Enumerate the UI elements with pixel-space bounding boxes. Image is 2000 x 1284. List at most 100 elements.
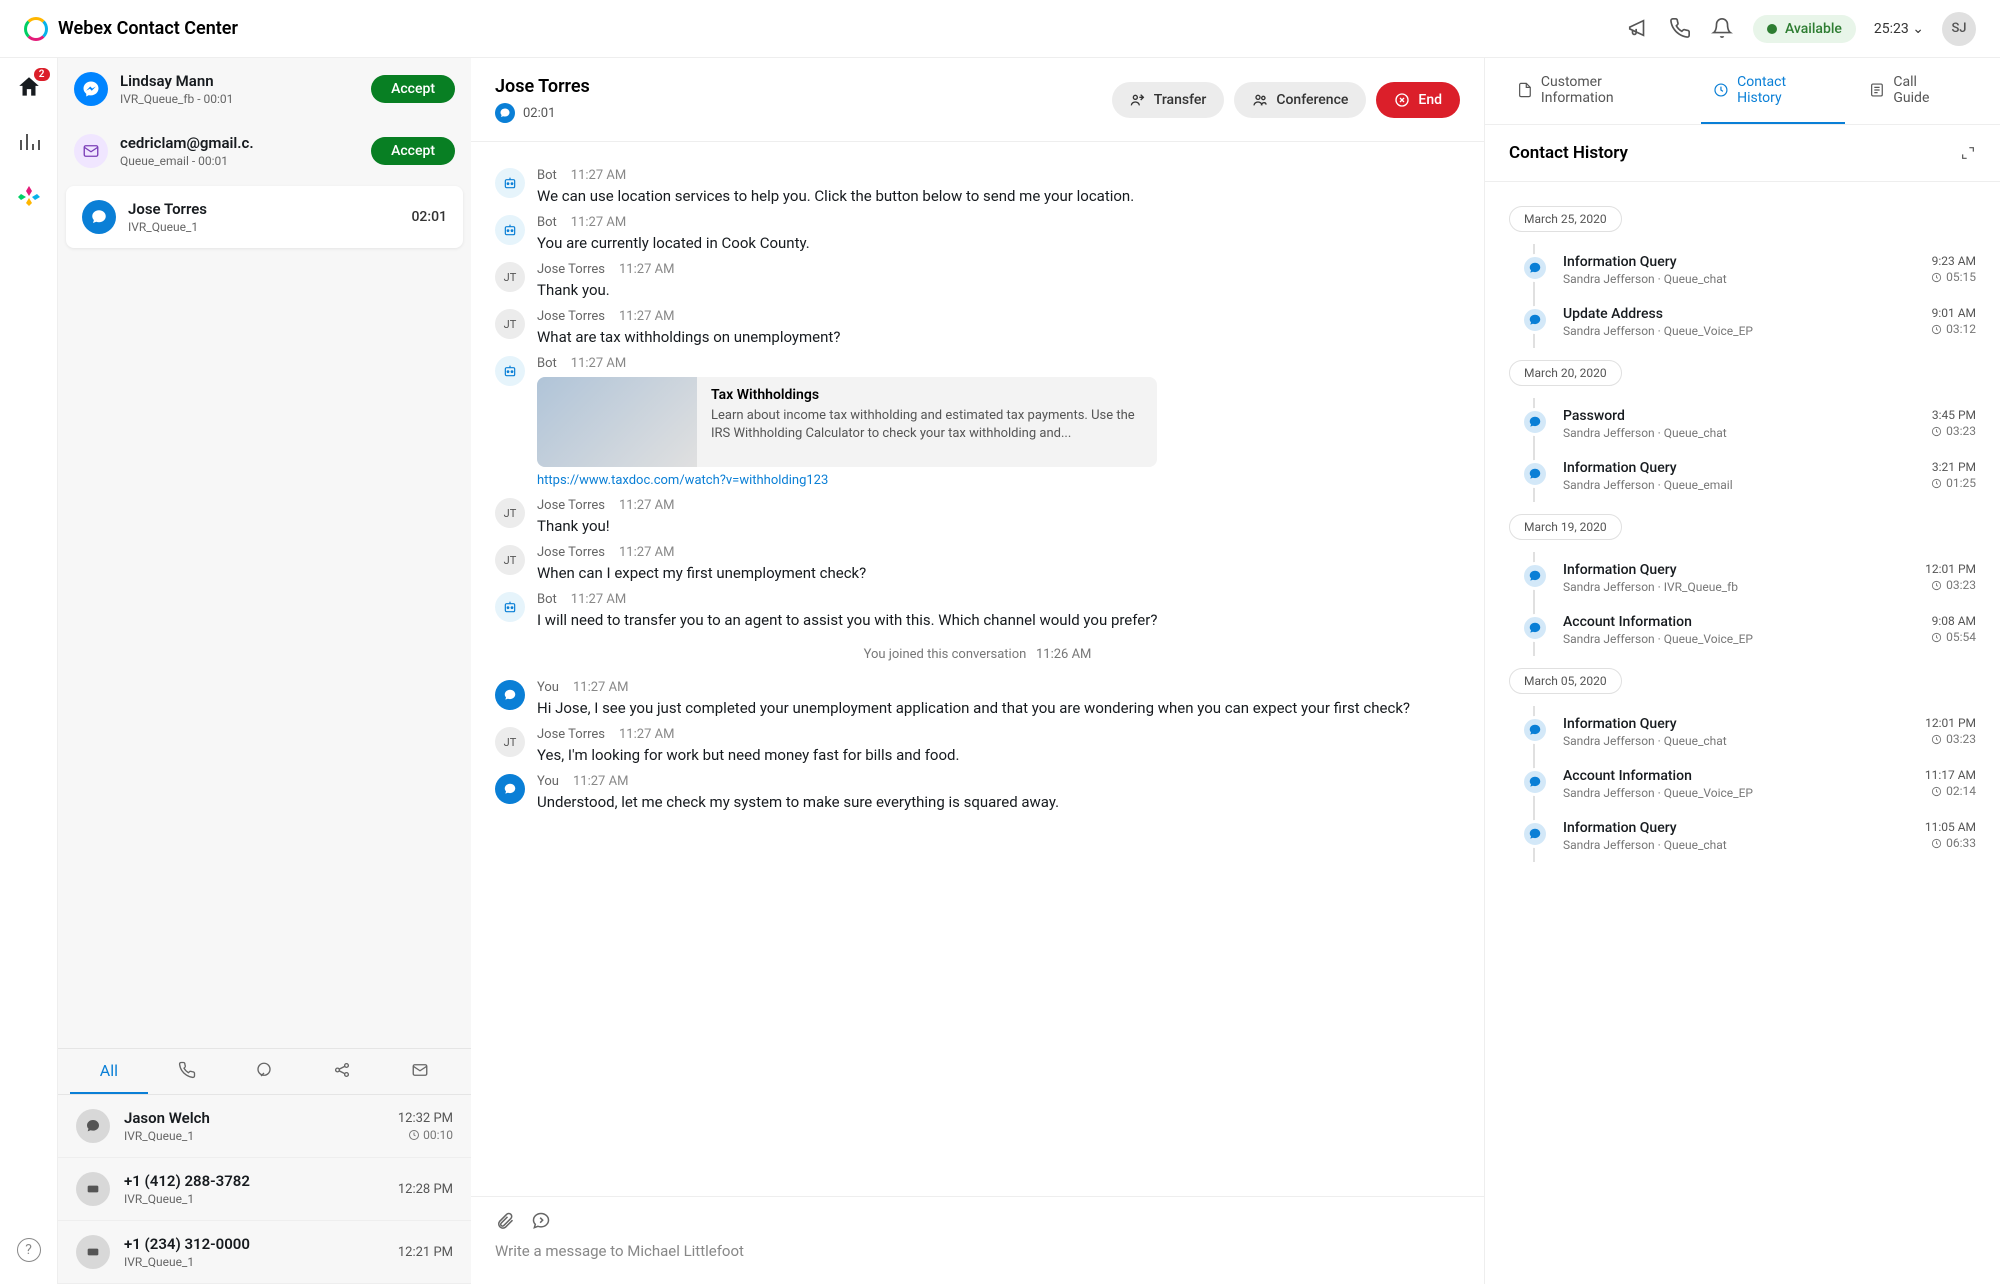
message-list[interactable]: Bot11:27 AMWe can use location services … <box>471 142 1484 1196</box>
right-panel-tabs: Customer Information Contact History Cal… <box>1485 58 2000 125</box>
recent-tab-social[interactable] <box>303 1049 381 1094</box>
recent-tabs: All <box>58 1049 471 1095</box>
accept-button[interactable]: Accept <box>371 137 455 165</box>
history-sub: Sandra Jefferson · Queue_chat <box>1563 734 1911 748</box>
chat-icon <box>82 200 116 234</box>
recent-item[interactable]: +1 (234) 312-0000 IVR_Queue_1 12:21 PM <box>58 1221 471 1284</box>
composer <box>471 1196 1484 1284</box>
history-duration: 03:23 <box>1925 578 1976 592</box>
home-badge: 2 <box>34 68 50 81</box>
rail-home[interactable]: 2 <box>16 74 42 100</box>
history-item[interactable]: Information Query Sandra Jefferson · Que… <box>1521 706 1976 758</box>
status-dot-icon <box>1767 24 1777 34</box>
attach-icon[interactable] <box>495 1211 515 1231</box>
topbar: Webex Contact Center Available 25:23 ⌄ S… <box>0 0 2000 58</box>
message-row: Bot11:27 AMI will need to transfer you t… <box>495 592 1460 629</box>
message-time: 11:27 AM <box>571 356 626 371</box>
chat-history-icon <box>1521 716 1549 744</box>
chat-history-icon <box>1521 408 1549 436</box>
topbar-controls: Available 25:23 ⌄ SJ <box>1627 12 1976 46</box>
history-item[interactable]: Account Information Sandra Jefferson · Q… <box>1521 604 1976 656</box>
right-panel-header: Contact History <box>1485 125 2000 182</box>
history-date-header: March 25, 2020 <box>1509 206 1622 232</box>
history-sub: Sandra Jefferson · Queue_chat <box>1563 426 1917 440</box>
rail-apps[interactable] <box>17 184 41 208</box>
message-input[interactable] <box>495 1242 1460 1260</box>
history-duration: 03:23 <box>1931 424 1976 438</box>
recent-item[interactable]: Jason Welch IVR_Queue_1 12:32 PM 00:10 <box>58 1095 471 1158</box>
card-description: Learn about income tax withholding and e… <box>711 407 1143 443</box>
contact-history-list[interactable]: March 25, 2020 Information Query Sandra … <box>1485 182 2000 1284</box>
task-item-active[interactable]: Jose Torres IVR_Queue_1 02:01 <box>66 186 463 248</box>
task-name: Lindsay Mann <box>120 72 359 90</box>
email-icon <box>74 134 108 168</box>
message-time: 11:27 AM <box>619 498 674 513</box>
history-item[interactable]: Information Query Sandra Jefferson · Que… <box>1521 810 1976 862</box>
recent-tab-all[interactable]: All <box>70 1049 148 1094</box>
recent-tab-email[interactable] <box>381 1049 459 1094</box>
rich-card[interactable]: Tax Withholdings Learn about income tax … <box>537 377 1157 467</box>
message-time: 11:27 AM <box>571 168 626 183</box>
agent-avatar[interactable]: SJ <box>1942 12 1976 46</box>
end-button[interactable]: End <box>1376 82 1460 118</box>
conversation-header: Jose Torres 02:01 Transfer Conference <box>471 58 1484 142</box>
rail-help[interactable]: ? <box>17 1238 41 1262</box>
task-item-pending[interactable]: cedriclam@gmail.c. Queue_email - 00:01 A… <box>58 120 471 182</box>
right-panel-title: Contact History <box>1509 143 1628 163</box>
bell-icon[interactable] <box>1711 17 1735 41</box>
session-timer[interactable]: 25:23 ⌄ <box>1874 21 1924 37</box>
recent-queue: IVR_Queue_1 <box>124 1192 384 1206</box>
phone-icon[interactable] <box>1669 17 1693 41</box>
recent-tab-chat[interactable] <box>226 1049 304 1094</box>
recent-item[interactable]: +1 (412) 288-3782 IVR_Queue_1 12:28 PM <box>58 1158 471 1221</box>
message-row: Bot11:27 AMYou are currently located in … <box>495 215 1460 252</box>
channel-icon <box>76 1172 110 1206</box>
tab-call-guide[interactable]: Call Guide <box>1857 58 1968 124</box>
task-timer: 02:01 <box>411 209 447 225</box>
recent-name: +1 (412) 288-3782 <box>124 1172 384 1190</box>
quick-reply-icon[interactable] <box>531 1211 551 1231</box>
recent-time: 12:32 PM <box>398 1111 453 1126</box>
rail-analytics[interactable] <box>17 130 41 154</box>
webex-logo-icon <box>24 17 48 41</box>
message-time: 11:27 AM <box>619 309 674 324</box>
history-item[interactable]: Account Information Sandra Jefferson · Q… <box>1521 758 1976 810</box>
tab-customer-info[interactable]: Customer Information <box>1505 58 1689 124</box>
recent-section: All Jason Welch IVR_Queue_1 12:3 <box>58 1048 471 1284</box>
task-item-pending[interactable]: Lindsay Mann IVR_Queue_fb - 00:01 Accept <box>58 58 471 120</box>
announcement-icon[interactable] <box>1627 17 1651 41</box>
chat-history-icon <box>1521 614 1549 642</box>
message-text: Yes, I'm looking for work but need money… <box>537 746 1460 764</box>
message-text: What are tax withholdings on unemploymen… <box>537 328 1460 346</box>
history-item[interactable]: Update Address Sandra Jefferson · Queue_… <box>1521 296 1976 348</box>
agent-status-selector[interactable]: Available <box>1753 15 1856 43</box>
history-item[interactable]: Information Query Sandra Jefferson · IVR… <box>1521 552 1976 604</box>
card-link[interactable]: https://www.taxdoc.com/watch?v=withholdi… <box>537 473 1460 488</box>
history-title: Account Information <box>1563 614 1917 630</box>
expand-icon[interactable] <box>1960 145 1976 161</box>
recent-name: Jason Welch <box>124 1109 384 1127</box>
message-row: JTJose Torres11:27 AMWhen can I expect m… <box>495 545 1460 582</box>
history-duration: 03:23 <box>1925 732 1976 746</box>
recent-tab-phone[interactable] <box>148 1049 226 1094</box>
chat-history-icon <box>1521 306 1549 334</box>
history-duration: 06:33 <box>1925 836 1976 850</box>
history-sub: Sandra Jefferson · Queue_Voice_EP <box>1563 786 1911 800</box>
history-item[interactable]: Information Query Sandra Jefferson · Que… <box>1521 244 1976 296</box>
history-item[interactable]: Information Query Sandra Jefferson · Que… <box>1521 450 1976 502</box>
chat-history-icon <box>1521 254 1549 282</box>
recent-name: +1 (234) 312-0000 <box>124 1235 384 1253</box>
tab-contact-history[interactable]: Contact History <box>1701 58 1845 124</box>
conference-button[interactable]: Conference <box>1234 82 1366 118</box>
chat-channel-icon <box>495 103 515 123</box>
accept-button[interactable]: Accept <box>371 75 455 103</box>
message-time: 11:27 AM <box>619 727 674 742</box>
system-message: You joined this conversation 11:26 AM <box>495 647 1460 662</box>
transfer-button[interactable]: Transfer <box>1112 82 1225 118</box>
history-sub: Sandra Jefferson · Queue_Voice_EP <box>1563 324 1917 338</box>
right-panel: Customer Information Contact History Cal… <box>1485 58 2000 1284</box>
chat-history-icon <box>1521 820 1549 848</box>
contact-name: Jose Torres <box>495 76 1112 97</box>
history-duration: 01:25 <box>1931 476 1976 490</box>
history-item[interactable]: Password Sandra Jefferson · Queue_chat 3… <box>1521 398 1976 450</box>
